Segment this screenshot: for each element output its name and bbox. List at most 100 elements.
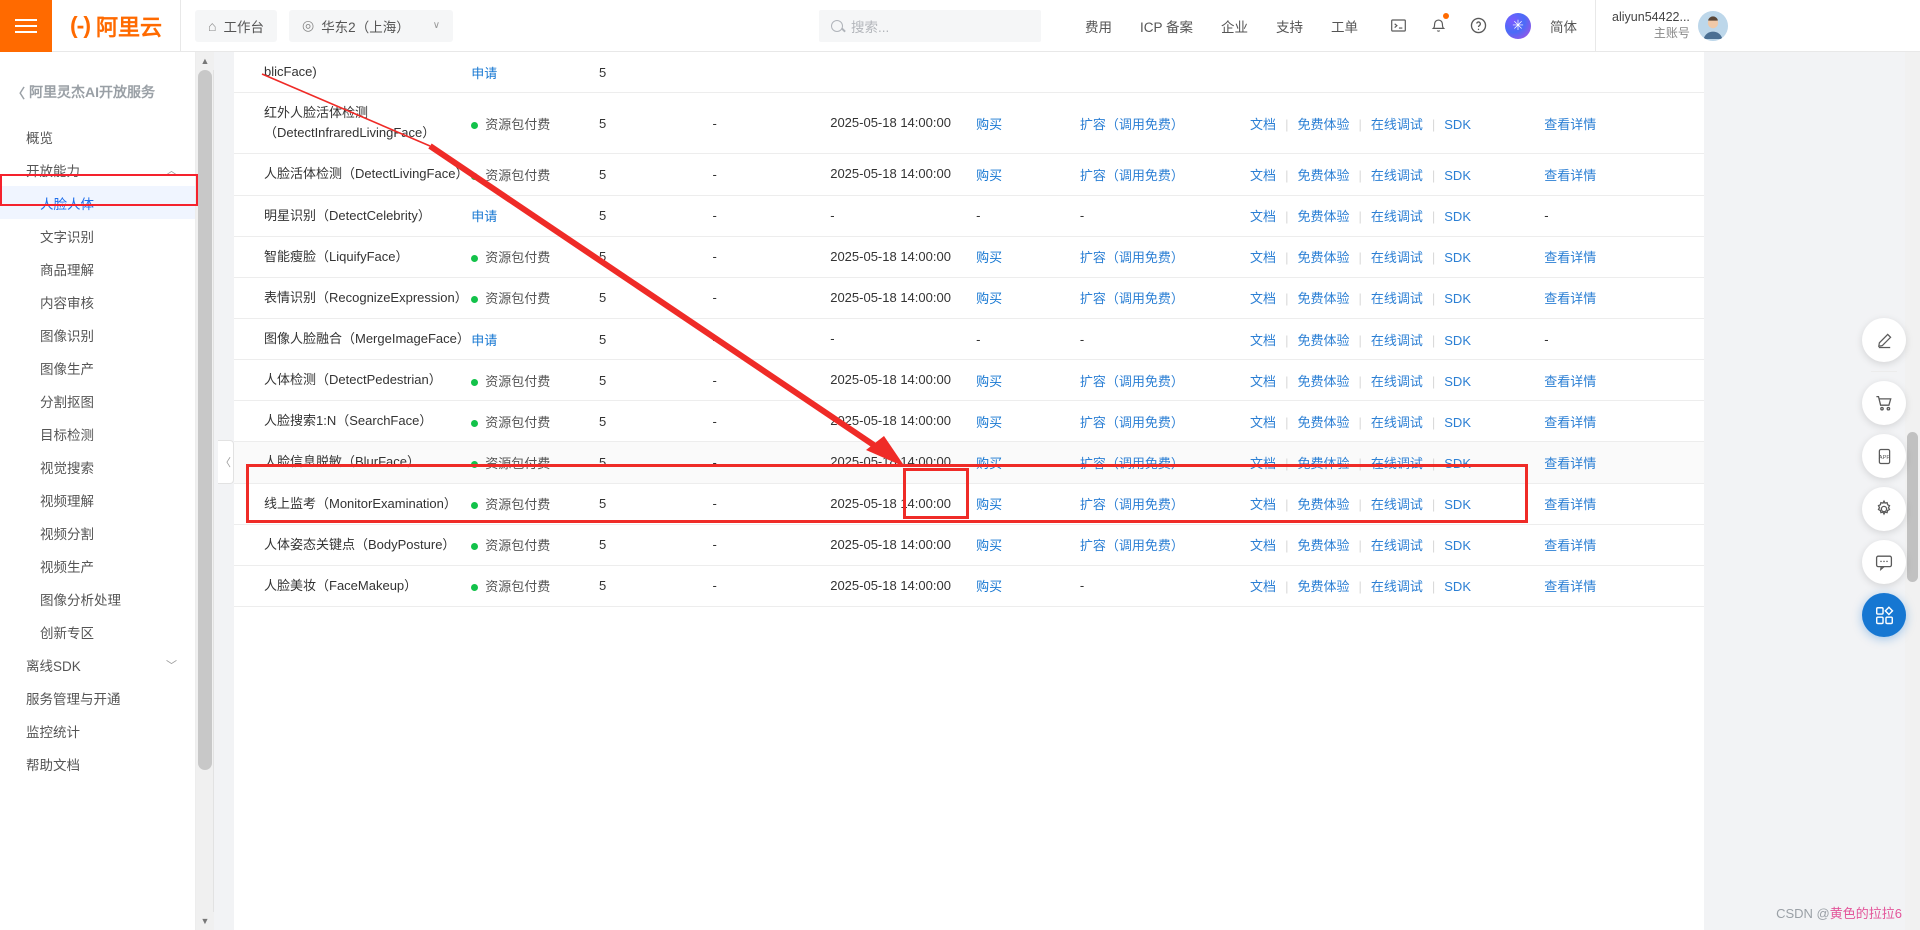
sidebar-item-5[interactable]: 内容审核 xyxy=(0,285,195,318)
grid-icon[interactable] xyxy=(1862,593,1906,637)
trial-link[interactable]: 免费体验 xyxy=(1297,291,1349,306)
buy-button[interactable]: 购买 xyxy=(976,291,1002,306)
doc-link[interactable]: 文档 xyxy=(1250,291,1276,306)
sdk-link[interactable]: SDK xyxy=(1444,538,1471,553)
apply-link[interactable]: 申请 xyxy=(471,66,497,81)
sidebar-item-7[interactable]: 图像生产 xyxy=(0,351,195,384)
region-selector[interactable]: ◎ 华东2（上海） ∨ xyxy=(288,9,454,42)
trial-link[interactable]: 免费体验 xyxy=(1297,250,1349,265)
sdk-link[interactable]: SDK xyxy=(1444,456,1471,471)
doc-link[interactable]: 文档 xyxy=(1250,415,1276,430)
doc-link[interactable]: 文档 xyxy=(1250,497,1276,512)
nav-enterprise[interactable]: 企业 xyxy=(1207,16,1262,36)
sidebar-item-1[interactable]: 开放能力 ︿ xyxy=(0,153,195,186)
sidebar-item-16[interactable]: 离线SDK ﹀ xyxy=(0,648,195,681)
trial-link[interactable]: 免费体验 xyxy=(1297,415,1349,430)
gear-icon[interactable] xyxy=(1862,487,1906,531)
trial-link[interactable]: 免费体验 xyxy=(1297,497,1349,512)
expand-link[interactable]: 扩容（调用免费） xyxy=(1080,117,1184,132)
ai-assistant-icon[interactable]: ✳ xyxy=(1498,0,1538,52)
inner-scrollbar[interactable]: ▲ ▼ xyxy=(196,52,214,930)
user-account[interactable]: aliyun54422... 主账号 xyxy=(1595,0,1742,52)
terminal-icon[interactable] xyxy=(1378,0,1418,52)
debug-link[interactable]: 在线调试 xyxy=(1371,579,1423,594)
nav-support[interactable]: 支持 xyxy=(1262,16,1317,36)
debug-link[interactable]: 在线调试 xyxy=(1371,168,1423,183)
debug-link[interactable]: 在线调试 xyxy=(1371,117,1423,132)
debug-link[interactable]: 在线调试 xyxy=(1371,333,1423,348)
sidebar-item-10[interactable]: 视觉搜索 xyxy=(0,450,195,483)
app-icon[interactable]: APP xyxy=(1862,434,1906,478)
sidebar-item-4[interactable]: 商品理解 xyxy=(0,252,195,285)
sidebar-item-12[interactable]: 视频分割 xyxy=(0,516,195,549)
trial-link[interactable]: 免费体验 xyxy=(1297,374,1349,389)
detail-link[interactable]: 查看详情 xyxy=(1544,497,1596,512)
sidebar-item-17[interactable]: 服务管理与开通 xyxy=(0,681,195,714)
detail-link[interactable]: 查看详情 xyxy=(1544,291,1596,306)
pencil-icon[interactable] xyxy=(1862,318,1906,362)
workbench-button[interactable]: ⌂ 工作台 xyxy=(195,9,277,42)
expand-link[interactable]: 扩容（调用免费） xyxy=(1080,168,1184,183)
page-scrollbar[interactable] xyxy=(1905,52,1920,930)
debug-link[interactable]: 在线调试 xyxy=(1371,374,1423,389)
trial-link[interactable]: 免费体验 xyxy=(1297,538,1349,553)
debug-link[interactable]: 在线调试 xyxy=(1371,415,1423,430)
language-switcher[interactable]: 简体 xyxy=(1538,16,1589,36)
debug-link[interactable]: 在线调试 xyxy=(1371,291,1423,306)
detail-link[interactable]: 查看详情 xyxy=(1544,538,1596,553)
detail-link[interactable]: 查看详情 xyxy=(1544,374,1596,389)
debug-link[interactable]: 在线调试 xyxy=(1371,250,1423,265)
trial-link[interactable]: 免费体验 xyxy=(1297,117,1349,132)
sidebar-item-9[interactable]: 目标检测 xyxy=(0,417,195,450)
detail-link[interactable]: 查看详情 xyxy=(1544,168,1596,183)
expand-link[interactable]: 扩容（调用免费） xyxy=(1080,250,1184,265)
buy-button[interactable]: 购买 xyxy=(976,456,1002,471)
apply-link[interactable]: 申请 xyxy=(471,209,497,224)
sidebar-item-19[interactable]: 帮助文档 xyxy=(0,747,195,780)
expand-link[interactable]: 扩容（调用免费） xyxy=(1080,456,1184,471)
brand-logo[interactable]: (-) 阿里云 xyxy=(52,0,181,52)
trial-link[interactable]: 免费体验 xyxy=(1297,579,1349,594)
sdk-link[interactable]: SDK xyxy=(1444,291,1471,306)
debug-link[interactable]: 在线调试 xyxy=(1371,538,1423,553)
sdk-link[interactable]: SDK xyxy=(1444,117,1471,132)
panel-collapse-handle[interactable]: 〈 xyxy=(218,440,234,484)
nav-fee[interactable]: 费用 xyxy=(1071,16,1126,36)
nav-icp[interactable]: ICP 备案 xyxy=(1126,16,1207,36)
sidebar-item-3[interactable]: 文字识别 xyxy=(0,219,195,252)
expand-link[interactable]: 扩容（调用免费） xyxy=(1080,374,1184,389)
hamburger-icon[interactable] xyxy=(0,0,52,52)
expand-link[interactable]: 扩容（调用免费） xyxy=(1080,291,1184,306)
sdk-link[interactable]: SDK xyxy=(1444,374,1471,389)
buy-button[interactable]: 购买 xyxy=(976,415,1002,430)
detail-link[interactable]: 查看详情 xyxy=(1544,117,1596,132)
buy-button[interactable]: 购买 xyxy=(976,497,1002,512)
cart-icon[interactable] xyxy=(1862,381,1906,425)
sidebar-item-18[interactable]: 监控统计 xyxy=(0,714,195,747)
debug-link[interactable]: 在线调试 xyxy=(1371,209,1423,224)
doc-link[interactable]: 文档 xyxy=(1250,250,1276,265)
sdk-link[interactable]: SDK xyxy=(1444,250,1471,265)
sdk-link[interactable]: SDK xyxy=(1444,579,1471,594)
help-icon[interactable] xyxy=(1458,0,1498,52)
debug-link[interactable]: 在线调试 xyxy=(1371,497,1423,512)
sdk-link[interactable]: SDK xyxy=(1444,209,1471,224)
sidebar-item-0[interactable]: 概览 xyxy=(0,120,195,153)
doc-link[interactable]: 文档 xyxy=(1250,579,1276,594)
search-input[interactable]: 搜索... xyxy=(819,9,1042,42)
trial-link[interactable]: 免费体验 xyxy=(1297,168,1349,183)
detail-link[interactable]: 查看详情 xyxy=(1544,456,1596,471)
sdk-link[interactable]: SDK xyxy=(1444,415,1471,430)
doc-link[interactable]: 文档 xyxy=(1250,538,1276,553)
detail-link[interactable]: 查看详情 xyxy=(1544,579,1596,594)
sidebar-item-13[interactable]: 视频生产 xyxy=(0,549,195,582)
bell-icon[interactable] xyxy=(1418,0,1458,52)
sidebar-title[interactable]: 〈 阿里灵杰AI开放服务 xyxy=(0,68,195,116)
sidebar-item-11[interactable]: 视频理解 xyxy=(0,483,195,516)
sdk-link[interactable]: SDK xyxy=(1444,168,1471,183)
buy-button[interactable]: 购买 xyxy=(976,538,1002,553)
doc-link[interactable]: 文档 xyxy=(1250,168,1276,183)
sidebar-item-8[interactable]: 分割抠图 xyxy=(0,384,195,417)
expand-link[interactable]: 扩容（调用免费） xyxy=(1080,497,1184,512)
trial-link[interactable]: 免费体验 xyxy=(1297,209,1349,224)
